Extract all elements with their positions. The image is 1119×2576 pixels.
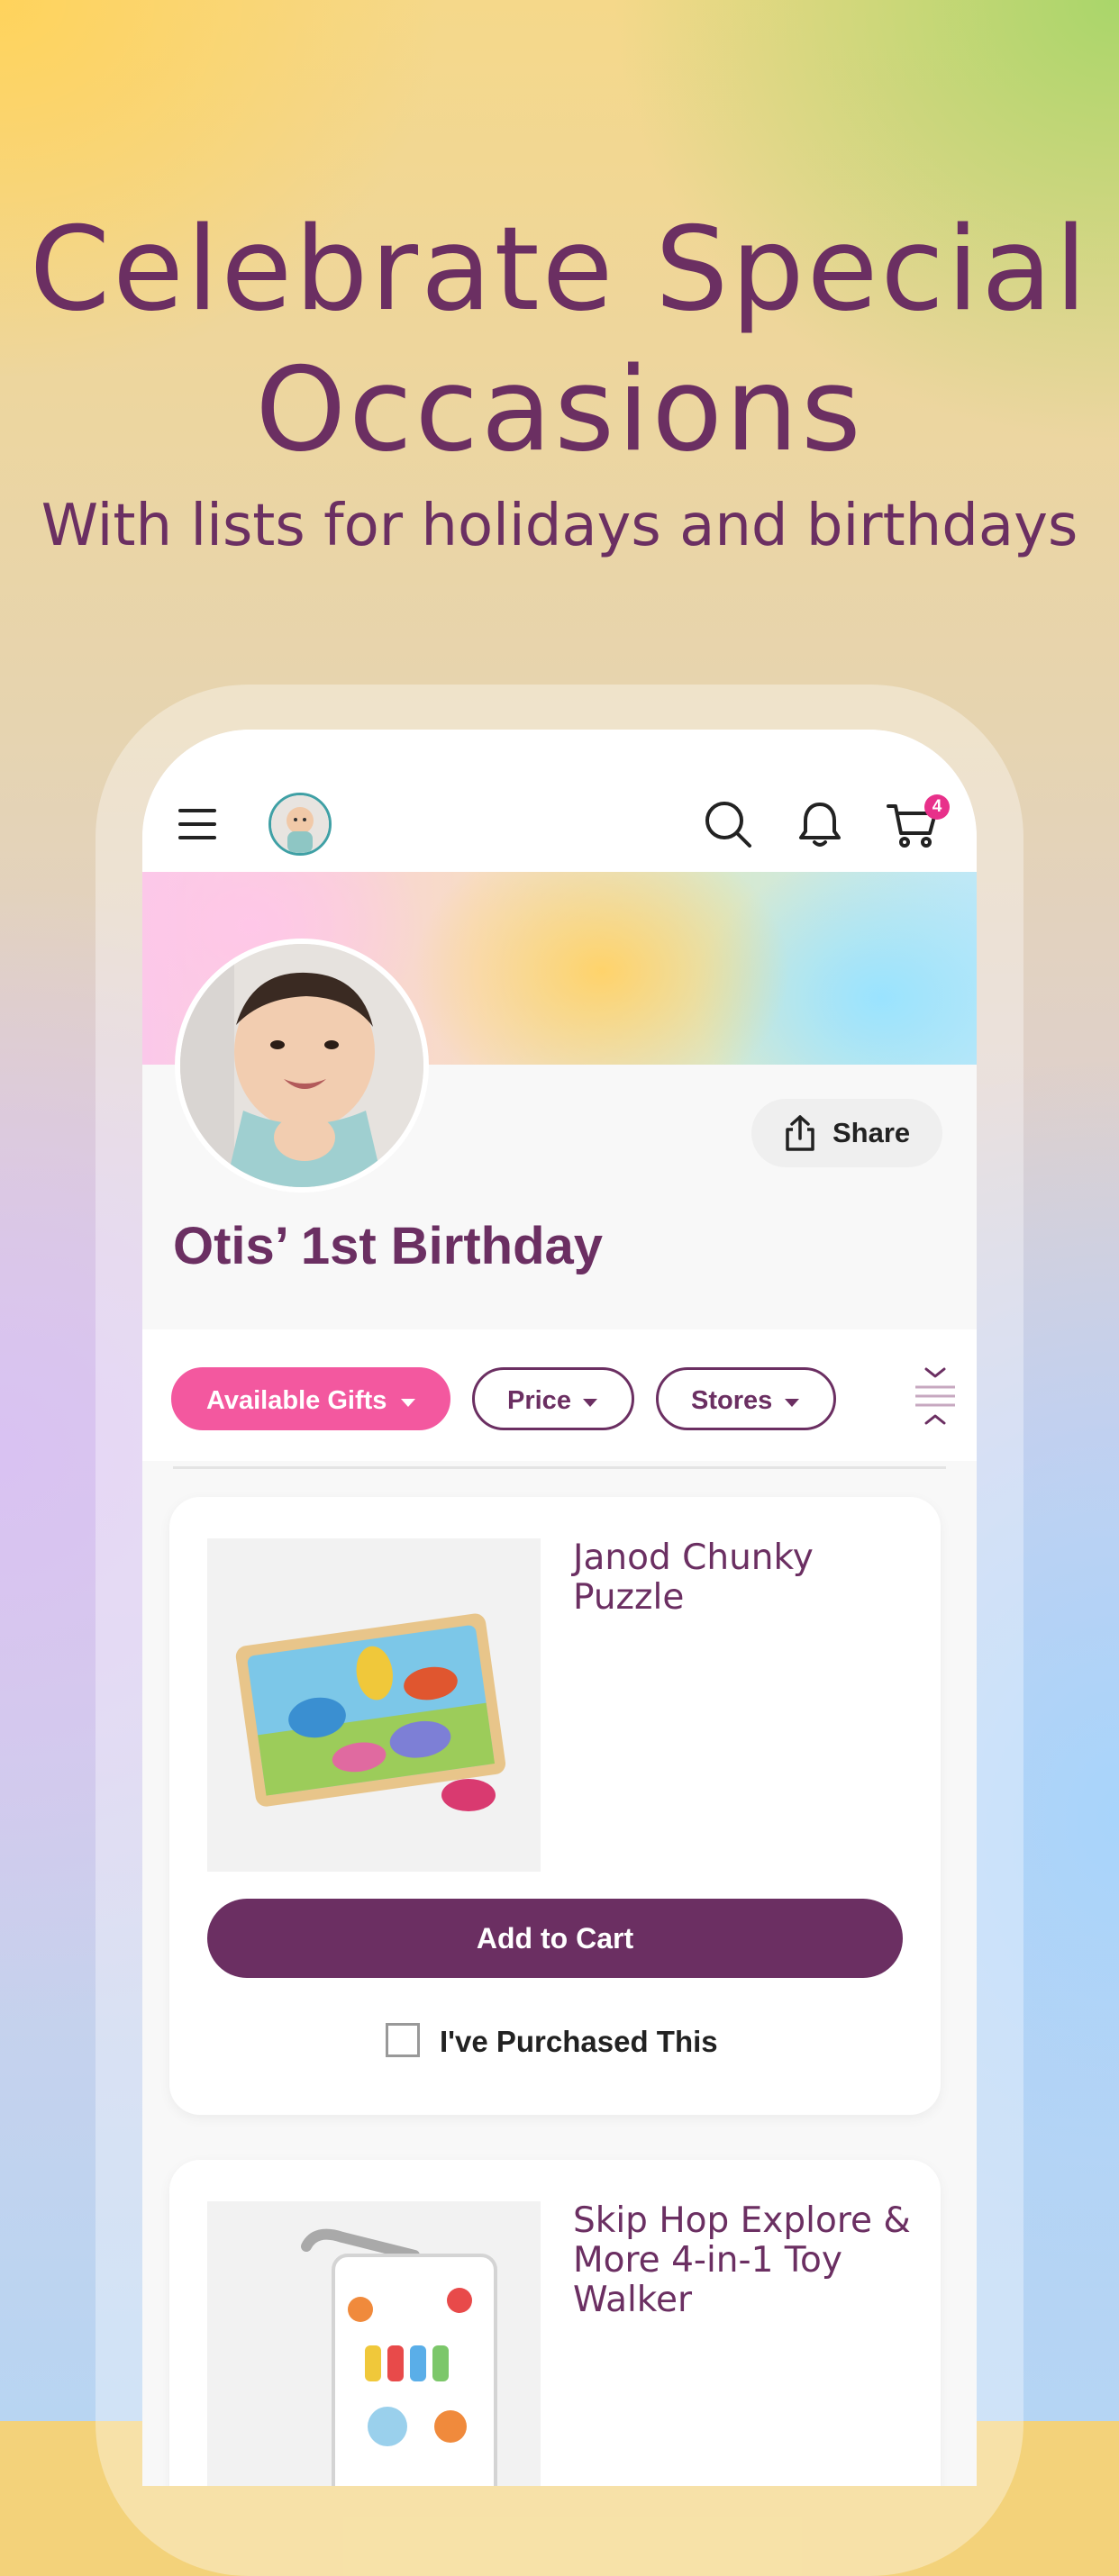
collapse-expand-icon[interactable] xyxy=(912,1364,959,1429)
chevron-down-icon xyxy=(401,1399,415,1407)
profile-photo xyxy=(175,939,429,1193)
purchased-label: I've Purchased This xyxy=(440,2025,718,2058)
headline-line-1: Celebrate Special xyxy=(29,203,1090,337)
share-label: Share xyxy=(832,1117,911,1148)
filter-label: Available Gifts xyxy=(206,1386,387,1415)
phone-screen: 4 Share Otis’ 1st Birthday Available Gif… xyxy=(142,730,977,2486)
chevron-down-icon xyxy=(785,1399,799,1407)
product-image[interactable] xyxy=(207,1538,541,1872)
cart-count-badge: 4 xyxy=(924,794,950,820)
list-title: Otis’ 1st Birthday xyxy=(173,1217,604,1275)
search-icon[interactable] xyxy=(701,797,755,851)
filter-label: Price xyxy=(507,1386,571,1415)
hero-headline: Celebrate Special Occasions xyxy=(0,200,1119,481)
share-button[interactable]: Share xyxy=(751,1099,942,1167)
gift-card: Skip Hop Explore & More 4-in-1 Toy Walke… xyxy=(169,2160,941,2486)
hamburger-menu-icon[interactable] xyxy=(178,809,216,839)
purchased-checkbox[interactable] xyxy=(386,2023,420,2057)
divider xyxy=(173,1466,946,1469)
product-image[interactable] xyxy=(207,2201,541,2486)
add-to-cart-button[interactable]: Add to Cart xyxy=(207,1899,903,1978)
filter-available-gifts[interactable]: Available Gifts xyxy=(171,1367,450,1430)
gift-card: Janod Chunky Puzzle Add to Cart I've Pur… xyxy=(169,1497,941,2115)
bell-icon[interactable] xyxy=(793,797,847,851)
hero-subheadline: With lists for holidays and birthdays xyxy=(41,493,1078,559)
app-top-bar: 4 xyxy=(142,730,977,872)
filter-price[interactable]: Price xyxy=(472,1367,634,1430)
product-title[interactable]: Janod Chunky Puzzle xyxy=(573,1538,915,1618)
product-title[interactable]: Skip Hop Explore & More 4-in-1 Toy Walke… xyxy=(573,2201,915,2320)
share-icon xyxy=(782,1113,818,1160)
avatar[interactable] xyxy=(268,793,332,856)
headline-line-2: Occasions xyxy=(255,343,864,477)
filter-stores[interactable]: Stores xyxy=(656,1367,836,1430)
filter-label: Stores xyxy=(691,1386,773,1415)
filter-bar: Available Gifts Price Stores xyxy=(142,1329,977,1461)
chevron-down-icon xyxy=(583,1399,597,1407)
